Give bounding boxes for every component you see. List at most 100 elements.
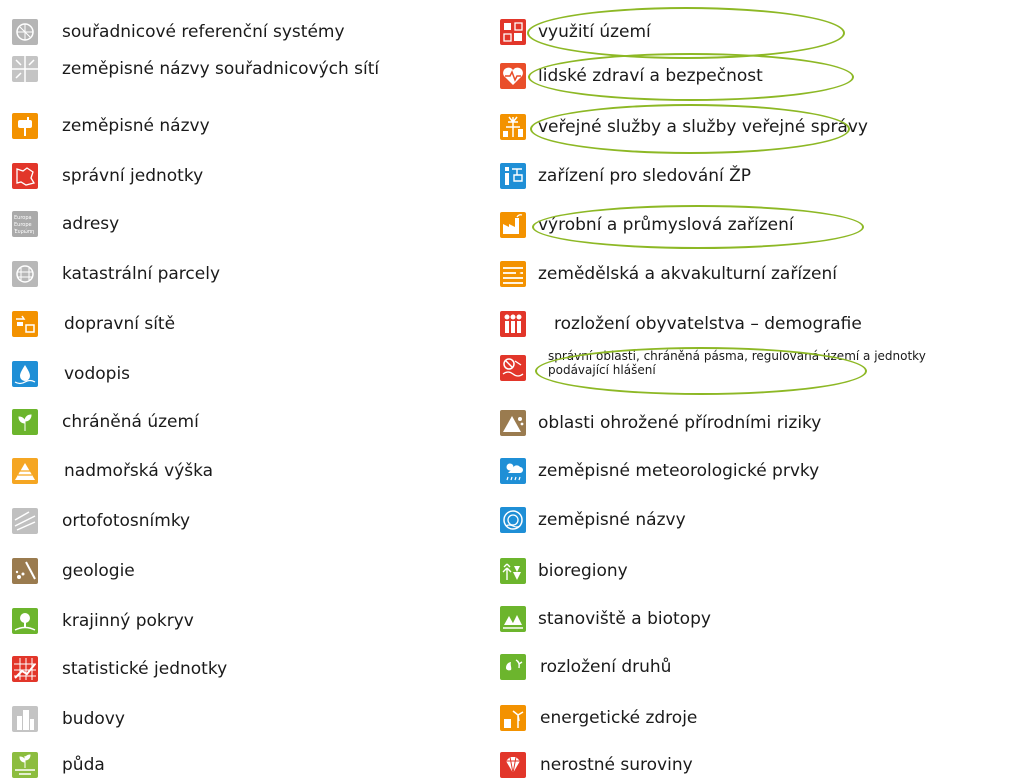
list-item-label: oblasti ohrožené přírodními riziky — [538, 413, 822, 433]
list-item: zemědělská a akvakulturní zařízení — [500, 261, 1020, 287]
label-line: správní oblasti, chráněná pásma, regulov… — [548, 349, 926, 363]
list-item-label: nadmořská výška — [64, 461, 214, 481]
list-item: zeměpisné názvy — [500, 507, 1020, 533]
list-item-label: bioregiony — [538, 561, 628, 581]
icon-text: Europa — [14, 215, 32, 221]
land-use-icon — [500, 19, 526, 45]
list-item-label: krajinný pokryv — [62, 611, 194, 631]
list-item-label: adresy — [62, 214, 120, 234]
list-item: energetické zdroje — [500, 705, 1020, 731]
list-item-label: veřejné služby a služby veřejné správy — [538, 117, 868, 137]
monitoring-icon — [500, 163, 526, 189]
list-item: geologie — [12, 558, 452, 584]
list-item: dopravní sítě — [12, 311, 452, 337]
list-item-label: budovy — [62, 709, 125, 729]
list-item-label: vodopis — [64, 364, 131, 384]
list-item-label: zařízení pro sledování ŽP — [538, 166, 752, 186]
list-item-label: nerostné suroviny — [540, 755, 693, 775]
list-item: zeměpisné názvy souřadnicových sítí — [12, 56, 452, 82]
weather-icon — [500, 458, 526, 484]
restriction-icon — [500, 355, 526, 381]
list-item: půda — [12, 752, 452, 778]
list-item: vodopis — [12, 361, 452, 387]
list-item: správní jednotky — [12, 163, 452, 189]
list-item: veřejné služby a služby veřejné správy — [500, 114, 1020, 140]
list-item-label: výrobní a průmyslová zařízení — [538, 215, 794, 235]
list-item: ortofotosnímky — [12, 508, 452, 534]
list-item-label: lidské zdraví a bezpečnost — [538, 66, 763, 86]
list-item-label: rozložení obyvatelstva – demografie — [554, 314, 862, 334]
list-item: oblasti ohrožené přírodními riziky — [500, 410, 1020, 436]
list-item-label: půda — [62, 755, 105, 775]
list-item-label: zeměpisné názvy — [62, 116, 210, 136]
mineral-icon — [500, 752, 526, 778]
list-item: zařízení pro sledování ŽP — [500, 163, 1020, 189]
list-item: lidské zdraví a bezpečnost — [500, 63, 1020, 89]
buildings-icon — [12, 706, 38, 732]
list-item: statistické jednotky — [12, 656, 452, 682]
globe-grid-icon — [12, 19, 38, 45]
factory-icon — [500, 212, 526, 238]
hazard-icon — [500, 410, 526, 436]
list-item-label: správní jednotky — [62, 166, 204, 186]
list-item: výrobní a průmyslová zařízení — [500, 212, 1020, 238]
list-item: zeměpisné meteorologické prvky — [500, 458, 1020, 484]
list-item-label: stanoviště a biotopy — [538, 609, 711, 629]
list-item-label: ortofotosnímky — [62, 511, 191, 531]
statistics-grid-icon — [12, 656, 38, 682]
energy-icon — [500, 705, 526, 731]
agriculture-icon — [500, 261, 526, 287]
habitat-icon — [500, 606, 526, 632]
parcel-globe-icon — [12, 261, 38, 287]
list-item: chráněná území — [12, 409, 452, 435]
list-item-label: chráněná území — [62, 412, 199, 432]
list-item-label: zeměpisné meteorologické prvky — [538, 461, 820, 481]
icon-text: Europe — [14, 222, 32, 228]
list-item-label: energetické zdroje — [540, 708, 698, 728]
list-item-label: souřadnicové referenční systémy — [62, 22, 345, 42]
list-item: katastrální parcely — [12, 261, 452, 287]
list-item: bioregiony — [500, 558, 1020, 584]
list-item: využití území — [500, 19, 1020, 45]
list-item: krajinný pokryv — [12, 608, 452, 634]
list-item-label: zemědělská a akvakulturní zařízení — [538, 264, 837, 284]
water-drop-icon — [12, 361, 38, 387]
list-item-label: zeměpisné názvy — [538, 510, 686, 530]
list-item-label: statistické jednotky — [62, 659, 228, 679]
list-item: rozložení obyvatelstva – demografie — [500, 311, 1020, 337]
address-text-icon: Europa Europe Έυρώπη — [12, 211, 38, 237]
list-item: rozložení druhů — [500, 654, 1020, 680]
list-item: nerostné suroviny — [500, 752, 1020, 778]
list-item-label: rozložení druhů — [540, 657, 672, 677]
label-line: podávající hlášení — [548, 363, 656, 377]
species-icon — [500, 654, 526, 680]
list-item: stanoviště a biotopy — [500, 606, 1020, 632]
list-item-label: geologie — [62, 561, 135, 581]
list-item: správní oblasti, chráněná pásma, regulov… — [500, 349, 1027, 381]
list-item: nadmořská výška — [12, 458, 452, 484]
bioregion-icon — [500, 558, 526, 584]
orthophoto-icon — [12, 508, 38, 534]
list-item-label: dopravní sítě — [64, 314, 176, 334]
mailbox-icon — [12, 113, 38, 139]
list-item-label: využití území — [538, 22, 651, 42]
icon-text: Έυρώπη — [13, 228, 34, 235]
grid-arrows-icon — [12, 56, 38, 82]
people-icon — [500, 311, 526, 337]
transport-icon — [12, 311, 38, 337]
soil-plant-icon — [12, 752, 38, 778]
list-item: souřadnicové referenční systémy — [12, 19, 452, 45]
rocks-icon — [12, 558, 38, 584]
map-regions-icon — [12, 163, 38, 189]
list-item: zeměpisné názvy — [12, 113, 452, 139]
heart-pulse-icon — [500, 63, 526, 89]
sprout-icon — [12, 409, 38, 435]
list-item: budovy — [12, 706, 452, 732]
list-item: Europa Europe Έυρώπη adresy — [12, 211, 452, 237]
tree-icon — [12, 608, 38, 634]
utilities-icon — [500, 114, 526, 140]
ocean-wave-icon — [500, 507, 526, 533]
list-item-label: správní oblasti, chráněná pásma, regulov… — [548, 349, 1027, 377]
list-item-label: zeměpisné názvy souřadnicových sítí — [62, 59, 380, 79]
elevation-icon — [12, 458, 38, 484]
